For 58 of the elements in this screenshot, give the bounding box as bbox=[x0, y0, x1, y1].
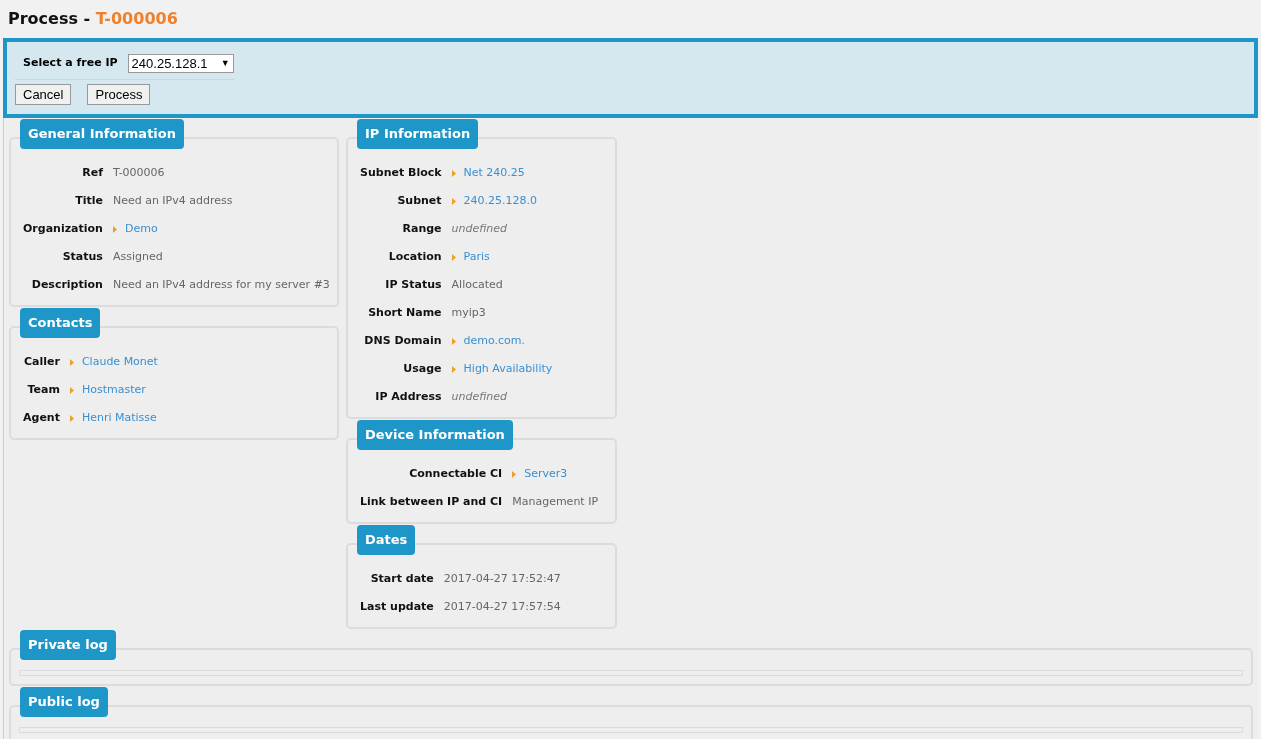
field-label: DNS Domain bbox=[364, 333, 442, 347]
field-label: Usage bbox=[403, 361, 442, 375]
field-value: Assigned bbox=[112, 249, 163, 263]
field-label: Title bbox=[75, 193, 103, 207]
field-label: Connectable CI bbox=[409, 466, 503, 480]
triangle-icon bbox=[69, 358, 74, 366]
ip-select[interactable]: 240.25.128.1 ▼ bbox=[127, 54, 234, 73]
field-label: IP Address bbox=[375, 389, 442, 403]
value-link[interactable]: Server3 bbox=[524, 465, 568, 483]
field-value: 2017-04-27 17:57:54 bbox=[443, 599, 561, 613]
value-link[interactable]: High Availability bbox=[463, 360, 553, 378]
field-label: Location bbox=[388, 249, 442, 263]
page-title: Process - bbox=[8, 8, 92, 30]
value-link[interactable]: Demo bbox=[124, 220, 158, 238]
field-value: Need an IPv4 address for my server #3 bbox=[112, 277, 330, 291]
field-label: Subnet Block bbox=[360, 165, 442, 179]
value-link[interactable]: demo.com. bbox=[463, 332, 526, 350]
field-value: Need an IPv4 address bbox=[112, 193, 233, 207]
field-value: 2017-04-27 17:52:47 bbox=[443, 571, 561, 585]
triangle-icon bbox=[451, 253, 456, 261]
field-label: Range bbox=[402, 221, 442, 235]
triangle-icon bbox=[451, 365, 456, 373]
form-button[interactable]: Process bbox=[87, 84, 151, 105]
field-label: Agent bbox=[23, 410, 60, 424]
field-value: undefined bbox=[451, 221, 508, 235]
field-label: Subnet bbox=[397, 193, 442, 207]
triangle-icon bbox=[69, 414, 74, 422]
field-label: Organization bbox=[23, 221, 103, 235]
field-label: Status bbox=[62, 249, 103, 263]
triangle-icon bbox=[451, 197, 456, 205]
value-link[interactable]: Paris bbox=[463, 248, 490, 266]
field-value: myip3 bbox=[451, 305, 486, 319]
field-label: Link between IP and CI bbox=[360, 494, 503, 508]
field-label: IP Status bbox=[385, 277, 442, 291]
field-value: Management IP bbox=[512, 494, 599, 508]
field-label: Caller bbox=[24, 354, 60, 368]
field-label: Team bbox=[27, 382, 60, 396]
triangle-icon bbox=[451, 337, 456, 345]
value-link[interactable]: Claude Monet bbox=[81, 353, 158, 371]
field-label: Description bbox=[31, 277, 103, 291]
field-value: T-000006 bbox=[112, 165, 165, 179]
value-link[interactable]: 240.25.128.0 bbox=[463, 192, 538, 210]
form-button[interactable]: Cancel bbox=[15, 84, 72, 105]
triangle-icon bbox=[451, 169, 456, 177]
triangle-icon bbox=[512, 470, 517, 478]
triangle-icon bbox=[112, 225, 117, 233]
ticket-ref: T-000006 bbox=[95, 8, 178, 30]
triangle-icon bbox=[69, 386, 74, 394]
field-label: Start date bbox=[370, 571, 434, 585]
field-label: Short Name bbox=[368, 305, 442, 319]
field-value: Allocated bbox=[451, 277, 503, 291]
value-link[interactable]: Hostmaster bbox=[81, 381, 146, 399]
field-label: Ref bbox=[82, 165, 103, 179]
select-label: Select a free IP bbox=[23, 55, 118, 72]
value-link[interactable]: Net 240.25 bbox=[463, 164, 525, 182]
field-label: Last update bbox=[360, 599, 434, 613]
field-value: undefined bbox=[451, 389, 508, 403]
value-link[interactable]: Henri Matisse bbox=[81, 409, 157, 427]
